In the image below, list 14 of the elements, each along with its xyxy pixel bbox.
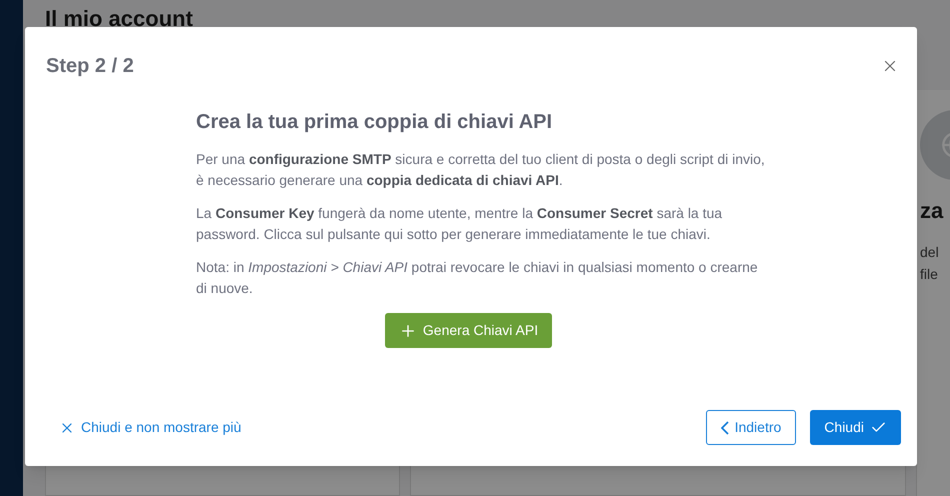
dismiss-link[interactable]: Chiudi e non mostrare più [59, 417, 242, 438]
side-card-text: del [920, 243, 939, 262]
dialog-title: Step 2 / 2 [46, 54, 134, 79]
side-card-text: file [920, 265, 939, 284]
paragraph: Per una configurazione SMTP sicura e corretta del tuo client di posta o degli script di invio, è necessario generare una coppia dedicata di chiavi API. [196, 150, 766, 190]
dialog-heading: Crea la tua prima coppia di chiavi API [196, 110, 554, 135]
paragraph: La Consumer Key fungerà da nome utente, mentre la Consumer Secret sarà la tua password. Clicca sul pulsante qui sotto per generare immediatamente le tue chiavi. [196, 204, 724, 244]
generate-keys-button[interactable]: Genera Chiavi API [384, 313, 552, 348]
paragraph: Nota: in Impostazioni > Chiavi API potrai revocare le chiavi in qualsiasi momento o crearne di nuove. [196, 258, 759, 298]
close-button[interactable]: Chiudi [810, 410, 901, 445]
page-title: Il mio account [45, 5, 194, 33]
chevron-left-icon [720, 420, 729, 434]
back-button[interactable]: Indietro [706, 410, 796, 445]
side-card-title: za [920, 197, 944, 225]
